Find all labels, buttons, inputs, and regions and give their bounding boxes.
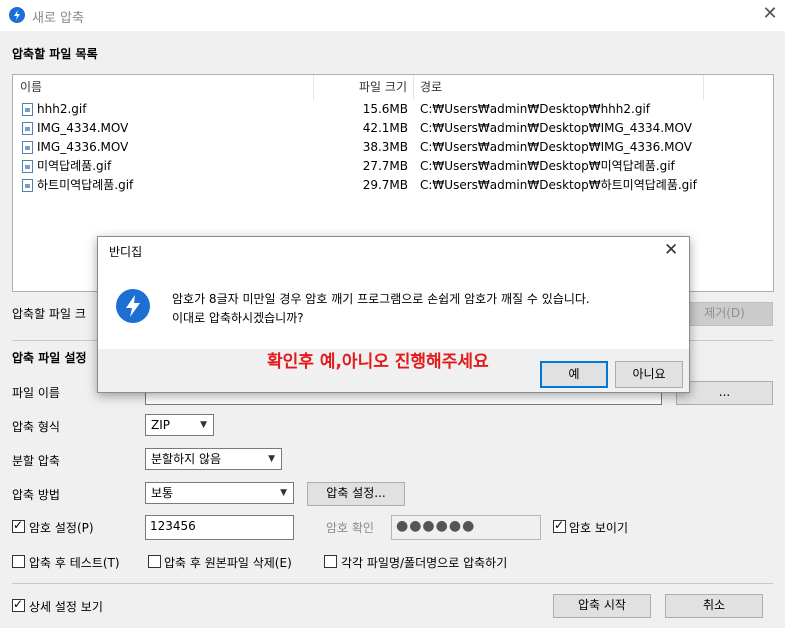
video-file-icon [22,122,33,135]
password-confirm-input[interactable]: ●●●●●● [391,515,541,540]
remove-button[interactable]: 제거(D) [676,302,773,326]
cancel-button[interactable]: 취소 [665,594,763,618]
split-label: 분할 압축 [12,454,60,468]
detail-settings-label: 상세 설정 보기 [29,600,103,614]
warning-dialog: 반디집 ✕ 암호가 8글자 미만일 경우 암호 깨기 프로그램으로 손쉽게 암호… [97,236,690,393]
detail-settings-checkbox[interactable] [12,597,25,612]
method-label: 압축 방법 [12,488,60,502]
gif-file-icon [22,179,33,192]
no-button[interactable]: 아니요 [615,361,683,388]
delete-original-label: 압축 후 원본파일 삭제(E) [164,556,292,570]
annotation-text: 확인후 예,아니오 진행해주세요 [267,352,489,372]
browse-button[interactable]: ... [676,381,773,405]
file-name: IMG_4334.MOV [37,121,129,135]
password-checkbox-label: 암호 설정(P) [29,521,94,535]
password-checkbox[interactable] [12,518,25,533]
video-file-icon [22,141,33,154]
chevron-down-icon: ▼ [200,420,207,430]
show-password-checkbox[interactable] [553,518,566,533]
bandizip-app-icon [9,7,25,23]
gif-file-icon [22,103,33,116]
settings-section-label: 압축 파일 설정 [12,351,87,365]
total-size-label: 압축할 파일 크 [12,307,86,321]
dialog-message: 암호가 8글자 미만일 경우 암호 깨기 프로그램으로 손쉽게 암호가 깨질 수… [172,290,590,328]
table-row[interactable]: hhh2.gif 15.6MB C:₩Users₩admin₩Desktop₩h… [13,100,773,119]
each-file-label: 각각 파일명/폴더명으로 압축하기 [341,556,508,570]
dialog-message-line2: 이대로 압축하시겠습니까? [172,311,304,325]
split-value: 분할하지 않음 [151,452,222,466]
test-after-label: 압축 후 테스트(T) [29,556,120,570]
column-header-path[interactable]: 경로 [414,75,704,100]
table-row[interactable]: IMG_4334.MOV 42.1MB C:₩Users₩admin₩Deskt… [13,119,773,138]
dialog-message-line1: 암호가 8글자 미만일 경우 암호 깨기 프로그램으로 손쉽게 암호가 깨질 수… [172,292,590,306]
table-row[interactable]: 미역답례품.gif 27.7MB C:₩Users₩admin₩Desktop₩… [13,157,773,176]
file-size: 15.6MB [362,102,408,116]
window-close-icon[interactable]: ✕ [760,4,780,24]
file-path: C:₩Users₩admin₩Desktop₩IMG_4334.MOV [420,121,692,135]
split-select[interactable]: 분할하지 않음 ▼ [145,448,282,470]
file-name: 하트미역답례품.gif [37,178,134,192]
table-row[interactable]: 하트미역답례품.gif 29.7MB C:₩Users₩admin₩Deskto… [13,176,773,195]
file-size: 27.7MB [362,159,408,173]
delete-original-checkbox[interactable] [148,555,161,568]
compression-settings-button[interactable]: 압축 설정... [307,482,405,506]
each-file-checkbox[interactable] [324,555,337,568]
bandizip-lightning-icon [116,289,150,323]
password-confirm-label: 암호 확인 [326,521,374,535]
file-size: 42.1MB [362,121,408,135]
footer-divider [12,583,773,584]
yes-button[interactable]: 예 [540,361,608,388]
filename-label: 파일 이름 [12,386,60,400]
file-size: 29.7MB [362,178,408,192]
title-bar: 새로 압축 ✕ [0,0,785,31]
show-password-label: 암호 보이기 [569,521,629,535]
file-name: hhh2.gif [37,102,87,116]
format-label: 압축 형식 [12,420,60,434]
file-list-section-label: 압축할 파일 목록 [12,47,98,61]
chevron-down-icon: ▼ [268,454,275,464]
format-select[interactable]: ZIP ▼ [145,414,214,436]
dialog-title: 반디집 [109,245,143,259]
gif-file-icon [22,160,33,173]
column-header-name[interactable]: 이름 [13,75,314,100]
method-value: 보통 [151,486,174,500]
file-path: C:₩Users₩admin₩Desktop₩hhh2.gif [420,102,651,116]
file-path: C:₩Users₩admin₩Desktop₩IMG_4336.MOV [420,140,692,154]
window-title: 새로 압축 [32,11,84,26]
chevron-down-icon: ▼ [280,488,287,498]
file-path: C:₩Users₩admin₩Desktop₩하트미역답례품.gif [420,178,697,192]
method-select[interactable]: 보통 ▼ [145,482,294,504]
file-name: IMG_4336.MOV [37,140,129,154]
file-size: 38.3MB [362,140,408,154]
start-compression-button[interactable]: 압축 시작 [553,594,651,618]
column-header-size[interactable]: 파일 크기 [314,75,414,100]
dialog-close-icon[interactable]: ✕ [664,240,678,260]
test-after-checkbox[interactable] [12,555,25,568]
format-value: ZIP [151,418,170,432]
file-name: 미역답례품.gif [37,159,112,173]
password-input[interactable]: 123456 [145,515,294,540]
file-path: C:₩Users₩admin₩Desktop₩미역답례품.gif [420,159,675,173]
table-row[interactable]: IMG_4336.MOV 38.3MB C:₩Users₩admin₩Deskt… [13,138,773,157]
